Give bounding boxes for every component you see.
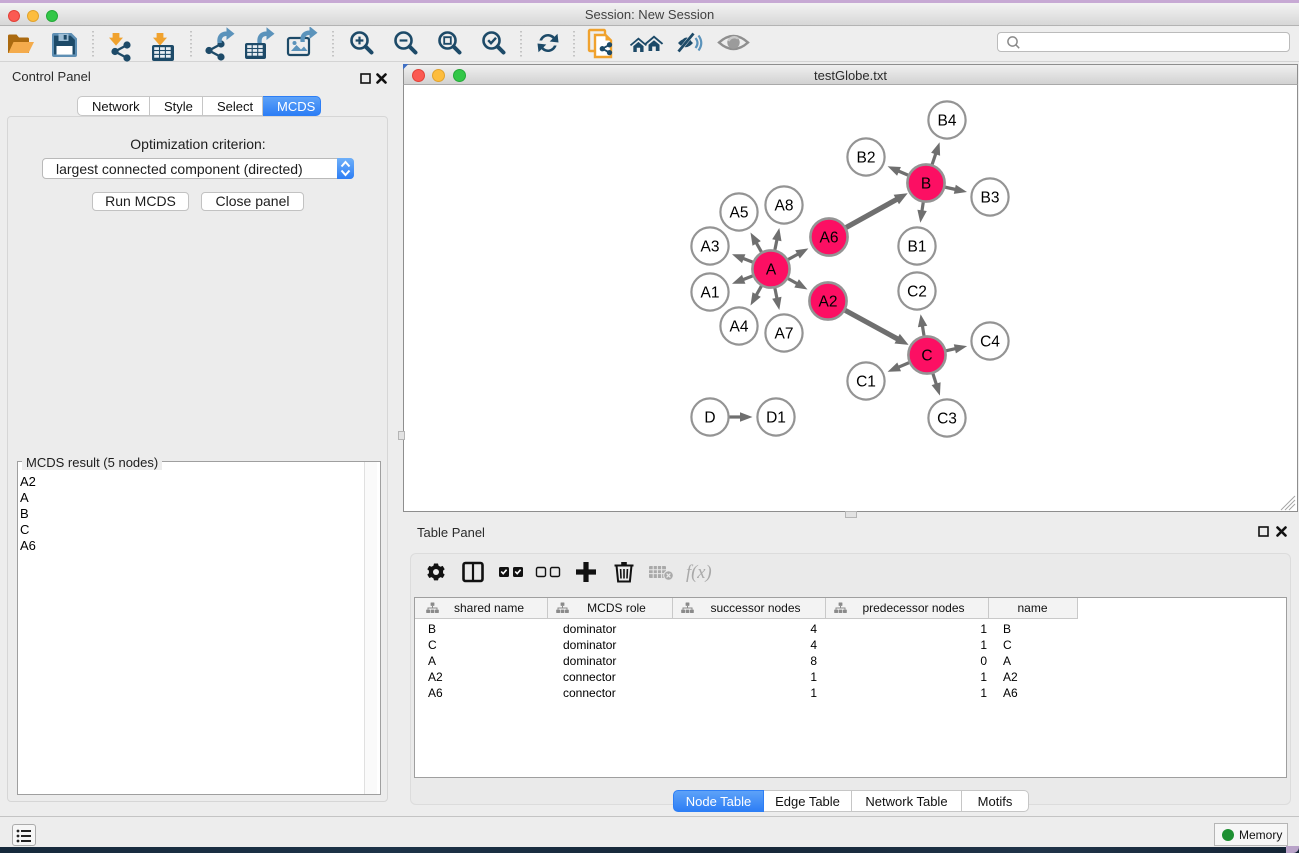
svg-text:D: D <box>704 410 715 427</box>
svg-text:A1: A1 <box>701 285 720 302</box>
svg-text:A2: A2 <box>819 294 838 311</box>
svg-text:A8: A8 <box>775 198 794 215</box>
svg-text:C3: C3 <box>937 411 957 428</box>
svg-text:A6: A6 <box>820 230 839 247</box>
svg-text:C2: C2 <box>907 284 927 301</box>
svg-text:B: B <box>921 176 931 193</box>
svg-text:D1: D1 <box>766 410 786 427</box>
svg-text:B1: B1 <box>908 239 927 256</box>
svg-text:C1: C1 <box>856 374 876 391</box>
svg-text:A7: A7 <box>775 326 794 343</box>
svg-text:C: C <box>921 348 932 365</box>
svg-text:A: A <box>766 262 777 279</box>
svg-text:C4: C4 <box>980 334 1000 351</box>
svg-text:f(x): f(x) <box>686 563 712 583</box>
svg-text:B4: B4 <box>938 113 957 130</box>
svg-text:A4: A4 <box>730 319 749 336</box>
svg-text:B3: B3 <box>981 190 1000 207</box>
svg-text:B2: B2 <box>857 150 876 167</box>
svg-text:A5: A5 <box>730 205 749 222</box>
svg-text:A3: A3 <box>701 239 720 256</box>
